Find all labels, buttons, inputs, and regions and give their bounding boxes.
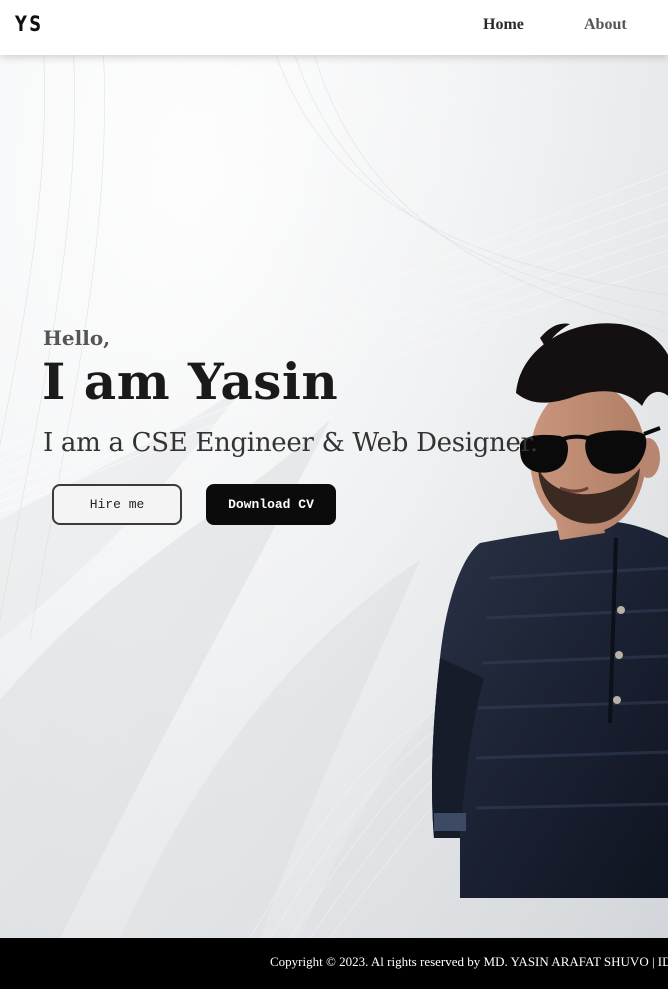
footer: Copyright © 2023. Al rights reserved by … bbox=[0, 938, 668, 989]
hire-me-button[interactable]: Hire me bbox=[52, 484, 182, 525]
copyright-text: Copyright © 2023. Al rights reserved by … bbox=[270, 954, 668, 969]
hero-headline: I am Yasin bbox=[42, 352, 339, 411]
nav-link-about[interactable]: About bbox=[584, 16, 627, 34]
download-cv-button[interactable]: Download CV bbox=[206, 484, 336, 525]
hero-subtitle: I am a CSE Engineer & Web Designer. bbox=[43, 428, 538, 458]
hero-greeting: Hello, bbox=[43, 326, 111, 350]
site-logo[interactable]: YS bbox=[15, 12, 43, 36]
nav-link-home[interactable]: Home bbox=[483, 16, 524, 34]
navbar: YS Home About bbox=[0, 0, 668, 55]
profile-photo bbox=[420, 318, 668, 898]
